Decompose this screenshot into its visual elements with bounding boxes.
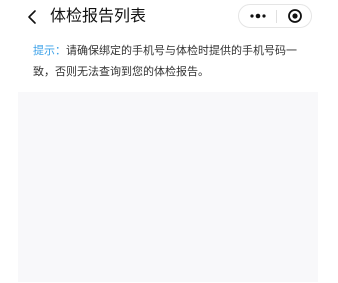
notice-line-1: 提示：请确保绑定的手机号与体检时提供的手机号码一	[33, 40, 321, 61]
chevron-left-icon	[28, 10, 36, 24]
back-button[interactable]	[22, 5, 42, 29]
report-list-page: 体检报告列表 提示：请确保绑定的手机号与体检时提供的手机号码一 致，否则无法查询…	[0, 0, 338, 283]
mini-program-capsule	[238, 4, 312, 28]
report-list-area	[18, 92, 318, 282]
notice-message-part-1: 请确保绑定的手机号与体检时提供的手机号码一	[66, 44, 297, 57]
more-dots-icon	[249, 13, 266, 19]
navigation-bar: 体检报告列表	[0, 0, 338, 34]
more-button[interactable]	[239, 5, 276, 27]
page-title: 体检报告列表	[50, 6, 147, 25]
notice-message-part-2: 致，否则无法查询到您的体检报告。	[33, 65, 209, 78]
notice-text: 提示：请确保绑定的手机号与体检时提供的手机号码一 致，否则无法查询到您的体检报告…	[33, 40, 321, 82]
notice-label: 提示：	[33, 44, 66, 57]
target-circle-icon	[287, 9, 302, 23]
close-button[interactable]	[277, 5, 312, 27]
